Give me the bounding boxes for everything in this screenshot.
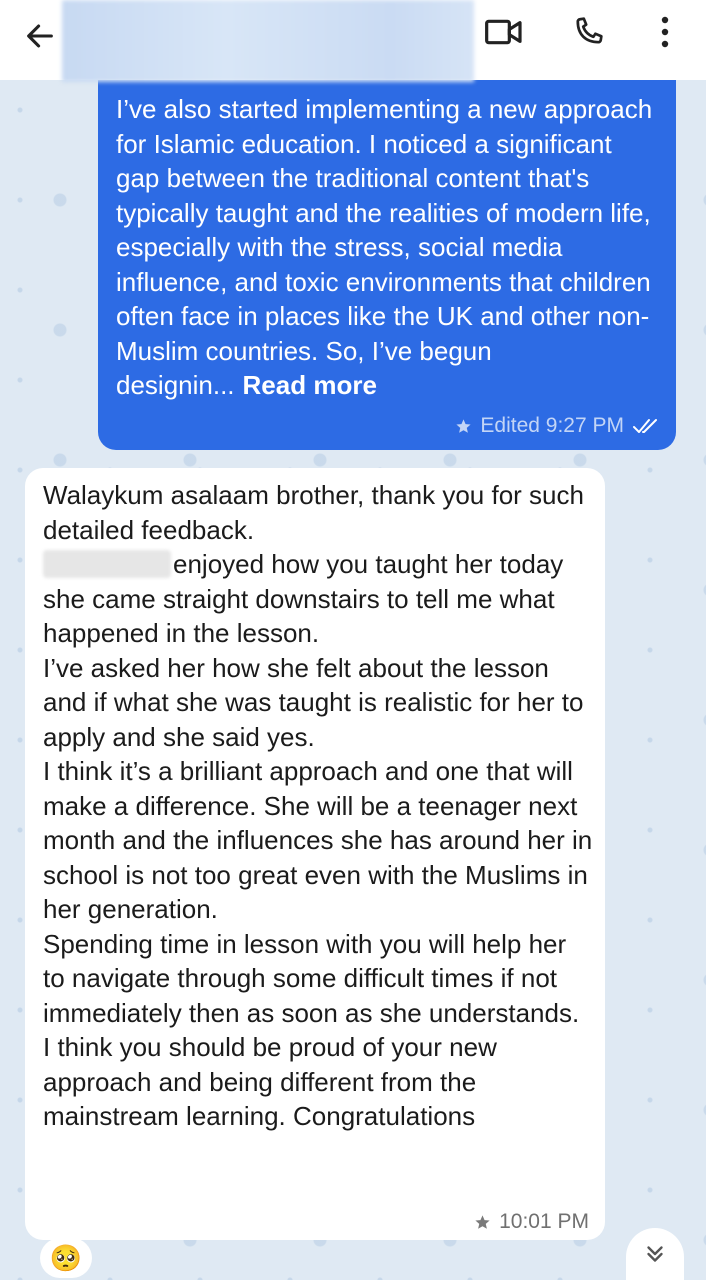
- outgoing-message-bubble[interactable]: I’ve also started implementing a new app…: [98, 80, 676, 450]
- chat-header: [0, 0, 706, 82]
- incoming-paragraph: Walaykum asalaam brother, thank you for …: [43, 480, 584, 545]
- arrow-left-icon: [27, 24, 53, 48]
- outgoing-message-text: I’ve also started implementing a new app…: [116, 92, 661, 403]
- incoming-paragraph: I’ve asked her how she felt about the le…: [43, 652, 584, 752]
- more-vertical-icon: [661, 16, 669, 48]
- star-icon: [475, 1214, 490, 1229]
- incoming-paragraph: I think you should be proud of your new …: [43, 1032, 497, 1131]
- scroll-to-bottom-button[interactable]: [626, 1228, 684, 1280]
- redacted-name: [43, 550, 171, 578]
- double-chevron-down-icon: [647, 1246, 663, 1262]
- incoming-paragraph: I think it’s a brilliant approach and on…: [43, 756, 593, 924]
- more-options-button[interactable]: [640, 10, 690, 54]
- back-button[interactable]: [18, 14, 62, 58]
- outgoing-message-body: I’ve also started implementing a new app…: [116, 94, 653, 400]
- phone-icon: [576, 17, 603, 44]
- incoming-message-time: 10:01 PM: [499, 1210, 589, 1233]
- incoming-paragraph-with-redaction: enjoyed how you taught her today she cam…: [43, 547, 593, 651]
- read-more-link[interactable]: Read more: [243, 370, 377, 400]
- pleading-face-emoji: 🥺: [49, 1242, 83, 1273]
- incoming-message-bubble[interactable]: Walaykum asalaam brother, thank you for …: [25, 468, 605, 1240]
- video-call-button[interactable]: [478, 10, 530, 54]
- star-icon: [456, 418, 471, 433]
- voice-call-button[interactable]: [562, 10, 614, 54]
- incoming-message-meta: 10:01 PM: [474, 1210, 589, 1234]
- incoming-paragraph: Spending time in lesson with you will he…: [43, 928, 580, 1028]
- contact-name-redacted[interactable]: [62, 0, 474, 82]
- outgoing-message-meta: Edited 9:27 PM: [455, 414, 660, 438]
- double-check-icon: [633, 419, 657, 433]
- incoming-message-text: Walaykum asalaam brother, thank you for …: [43, 478, 593, 1134]
- video-camera-icon: [485, 19, 522, 45]
- outgoing-message-time: Edited 9:27 PM: [480, 414, 624, 437]
- message-reaction[interactable]: 🥺: [40, 1238, 92, 1278]
